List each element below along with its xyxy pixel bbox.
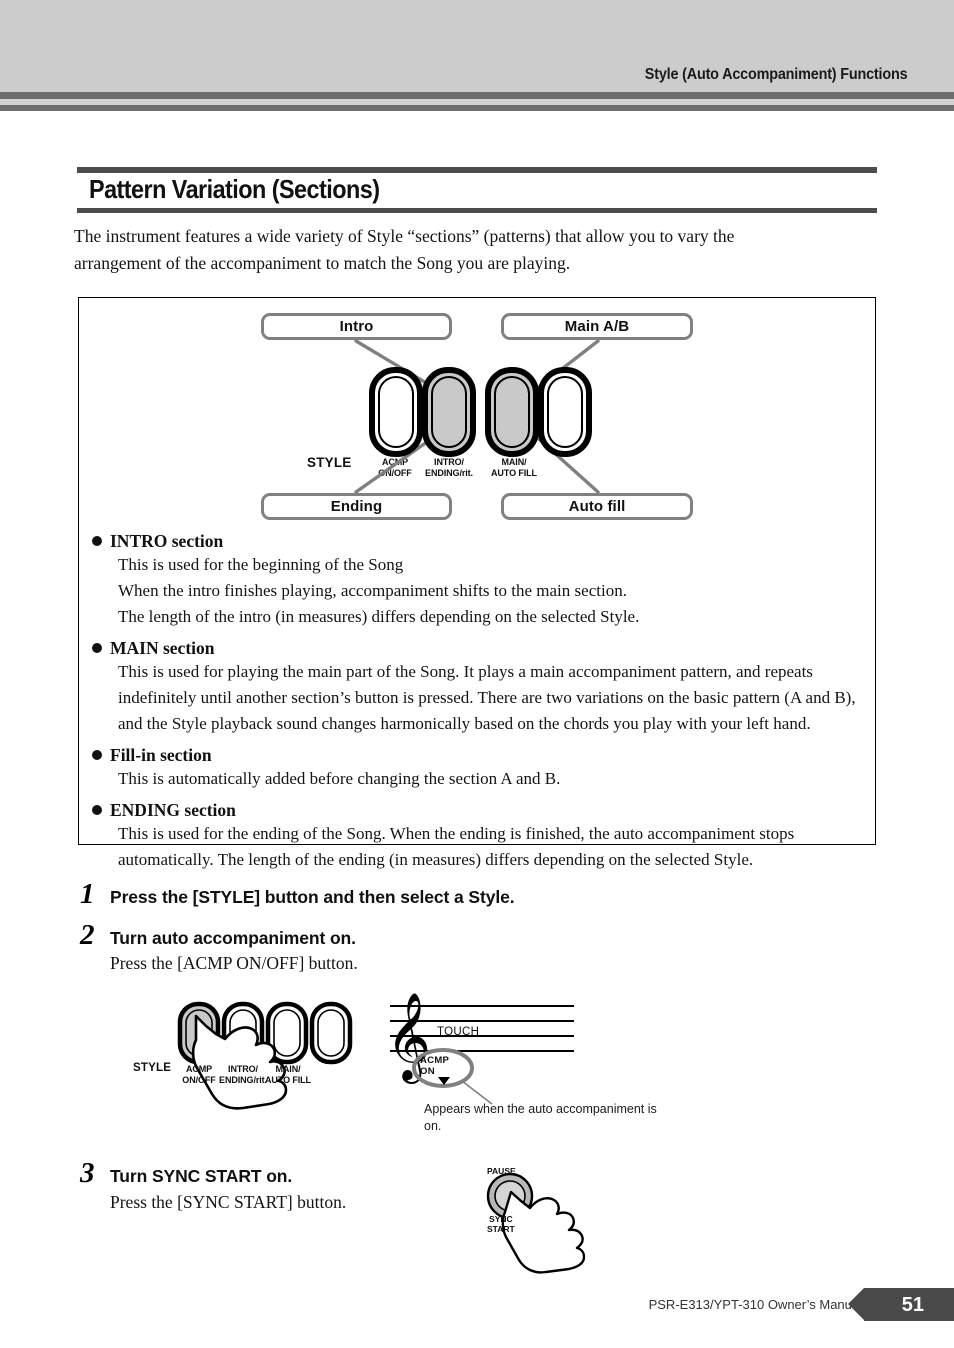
bullet-body-fill-in: This is automatically added before chang…	[118, 769, 561, 788]
step-3-number: 3	[80, 1157, 95, 1189]
sync-start-knob-outer	[486, 1172, 534, 1220]
footer-page-number: 51	[901, 1294, 924, 1316]
header-rule-top	[0, 92, 954, 99]
lcd-staff-lines	[390, 1005, 574, 1052]
section-intro-paragraph: The instrument features a wide variety o…	[74, 226, 735, 273]
style-panel-label-step2: STYLE	[133, 1062, 172, 1074]
bullet-dot-icon	[92, 805, 102, 815]
button-caption-acmp-on-off: ACMP ON/OFF	[378, 457, 412, 478]
bullet-heading-main: MAIN section	[92, 638, 867, 659]
section-bullet-list: INTRO section This is used for the begin…	[92, 531, 867, 873]
pause-label: PAUSE	[487, 1166, 516, 1176]
header-rule-bottom	[0, 105, 954, 111]
bullet-heading-ending: ENDING section	[92, 800, 867, 821]
callout-main-ab: Main A/B	[501, 313, 693, 340]
header-title: Style (Auto Accompaniment) Functions	[644, 66, 907, 83]
pointing-hand-icon-step2	[191, 1014, 288, 1110]
footer-manual-name: PSR-E313/YPT-310 Owner’s Manual	[648, 1297, 862, 1312]
step-2-subtext: Press the [ACMP ON/OFF] button.	[110, 953, 358, 973]
step-1-number: 1	[80, 878, 95, 910]
bullet-heading-fill-in: Fill-in section	[92, 745, 867, 766]
step-2-number: 2	[80, 919, 95, 951]
button-caption-main-auto-fill: MAIN/ AUTO FILL	[491, 457, 537, 478]
sync-start-knob-group	[486, 1172, 534, 1220]
bullet-heading-main-label: MAIN section	[110, 638, 215, 658]
button-caption-intro-ending: INTRO/ ENDING/rit.	[425, 457, 473, 478]
section-rule-bottom	[77, 208, 877, 213]
callout-ending-label: Ending	[330, 498, 383, 515]
button-main-auto-fill-step2	[265, 1001, 309, 1065]
bullet-body-intro: This is used for the beginning of the So…	[118, 555, 640, 626]
callout-intro: Intro	[261, 313, 452, 340]
bullet-heading-fill-in-label: Fill-in section	[110, 745, 212, 765]
callout-main-ab-label: Main A/B	[564, 318, 630, 335]
acmp-on-arrow-icon	[438, 1077, 450, 1085]
button-unlabeled-step2	[309, 1001, 353, 1065]
step-1: 1 Press the [STYLE] button and then sele…	[80, 878, 515, 911]
callout-auto-fill: Auto fill	[501, 493, 693, 520]
lcd-display-step2: 𝄞	[386, 991, 574, 1105]
bullet-body-ending: This is used for the ending of the Song.…	[118, 824, 795, 869]
step-3-subtext: Press the [SYNC START] button.	[110, 1192, 347, 1212]
bullet-heading-ending-label: ENDING section	[110, 800, 236, 820]
sync-start-label: SYNC START	[487, 1214, 515, 1234]
button-acmp-on-off-step2	[177, 1001, 221, 1065]
footer-tab-arrow	[848, 1288, 864, 1320]
bullet-heading-intro: INTRO section	[92, 531, 867, 552]
callout-intro-label: Intro	[339, 318, 374, 335]
step-2-title: Turn auto accompaniment on.	[110, 928, 356, 948]
step-2: 2 Turn auto accompaniment on.	[80, 919, 356, 952]
section-rule-top	[77, 167, 877, 173]
button-caption-main-auto-fill-step2: MAIN/ AUTO FILL	[265, 1064, 311, 1085]
acmp-on-caption: Appears when the auto accompaniment is o…	[424, 1102, 657, 1133]
style-button-group-step2	[177, 1001, 353, 1065]
lcd-touch-label: TOUCH	[437, 1026, 480, 1038]
step-1-title: Press the [STYLE] button and then select…	[110, 887, 515, 907]
bullet-heading-intro-label: INTRO section	[110, 531, 224, 551]
step-3: 3 Turn SYNC START on.	[80, 1157, 292, 1190]
bullet-dot-icon	[92, 750, 102, 760]
button-intro-ending-step2	[221, 1001, 265, 1065]
page-title: Pattern Variation (Sections)	[89, 174, 380, 204]
callout-ending: Ending	[261, 493, 452, 520]
lcd-acmp-on-label: ACMP ON	[420, 1055, 450, 1077]
bullet-body-main: This is used for playing the main part o…	[118, 662, 856, 733]
bullet-dot-icon	[92, 536, 102, 546]
style-panel-label: STYLE	[307, 455, 352, 470]
callout-auto-fill-label: Auto fill	[568, 498, 626, 515]
sync-start-knob-inner	[494, 1180, 526, 1212]
step-3-title: Turn SYNC START on.	[110, 1166, 293, 1186]
pointing-hand-icon-step3	[501, 1190, 586, 1274]
bullet-dot-icon	[92, 643, 102, 653]
